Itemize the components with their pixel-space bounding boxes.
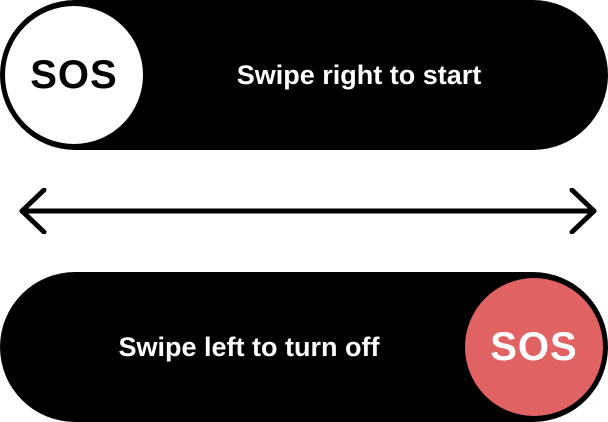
sos-start-knob-label: SOS [30, 52, 118, 97]
sos-stop-knob-label: SOS [490, 324, 578, 369]
sos-stop-knob[interactable]: SOS [465, 278, 603, 416]
sos-start-instruction: Swipe right to start [236, 59, 482, 90]
sos-stop-instruction: Swipe left to turn off [118, 331, 380, 362]
sos-start-slider[interactable]: SOS Swipe right to start [0, 0, 608, 150]
sos-start-knob[interactable]: SOS [5, 6, 143, 144]
sos-stop-slider[interactable]: Swipe left to turn off SOS [0, 272, 608, 422]
double-arrow-icon [19, 188, 597, 234]
